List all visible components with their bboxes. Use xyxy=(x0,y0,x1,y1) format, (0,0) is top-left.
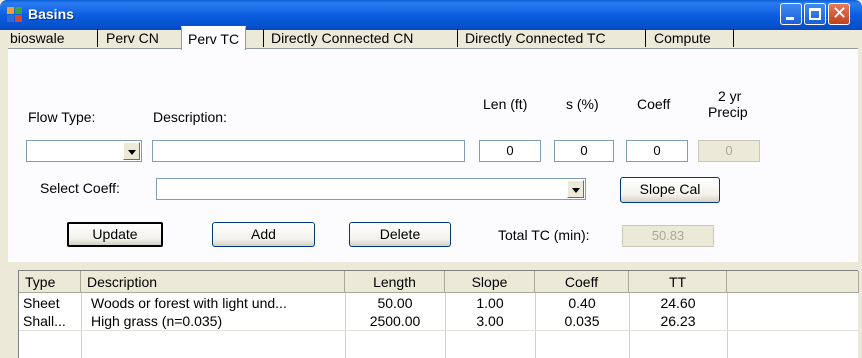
tab-perv-cn[interactable]: Perv CN xyxy=(100,28,165,48)
cell-tt: 26.23 xyxy=(660,313,696,329)
cell-type: Shall... xyxy=(23,313,66,329)
tab-strip-line xyxy=(8,48,858,49)
s-input[interactable]: 0 xyxy=(554,140,614,162)
close-button[interactable]: ✕ xyxy=(828,3,850,25)
cell-length: 50.00 xyxy=(377,295,413,311)
tab-separator xyxy=(645,29,646,47)
total-tc-label: Total TC (min): xyxy=(498,227,590,243)
cell-tt: 24.60 xyxy=(660,295,696,311)
tab-separator xyxy=(97,29,98,47)
title-bar[interactable]: Basins ✕ xyxy=(0,0,862,30)
slope-cal-button[interactable]: Slope Cal xyxy=(620,177,720,203)
precip-input: 0 xyxy=(698,140,760,162)
table-row[interactable]: Shall... High grass (n=0.035) 2500.00 3.… xyxy=(19,312,859,330)
column-header-coeff[interactable]: Coeff xyxy=(535,271,629,293)
column-header-slope[interactable]: Slope xyxy=(445,271,535,293)
delete-button[interactable]: Delete xyxy=(349,222,451,247)
tab-separator xyxy=(263,29,264,47)
app-grid-icon xyxy=(7,7,23,23)
precip-label-line2: Precip xyxy=(708,104,748,120)
flow-type-dropdown-button[interactable] xyxy=(123,142,140,160)
cell-slope: 3.00 xyxy=(476,313,504,329)
add-button[interactable]: Add xyxy=(212,222,315,247)
column-header-description[interactable]: Description xyxy=(81,271,345,293)
cell-description: Woods or forest with light und... xyxy=(91,295,287,311)
row-divider xyxy=(19,330,859,331)
coeff-label: Coeff xyxy=(637,96,671,112)
tab-directly-connected-tc[interactable]: Directly Connected TC xyxy=(459,28,612,48)
tab-perv-tc[interactable]: Perv TC xyxy=(181,26,247,50)
len-label: Len (ft) xyxy=(483,96,528,112)
maximize-button[interactable] xyxy=(804,3,826,25)
precip-label-line1: 2 yr xyxy=(718,88,742,104)
flow-type-dropdown[interactable] xyxy=(26,140,142,162)
tab-compute[interactable]: Compute xyxy=(648,28,717,48)
select-coeff-dropdown-button[interactable] xyxy=(567,180,584,198)
cell-length: 2500.00 xyxy=(369,313,421,329)
flow-type-label: Flow Type: xyxy=(28,109,96,125)
maximize-icon xyxy=(809,8,821,20)
select-coeff-dropdown[interactable] xyxy=(156,178,586,200)
s-label: s (%) xyxy=(566,96,599,112)
table-row[interactable]: Sheet Woods or forest with light und... … xyxy=(19,294,859,312)
cell-type: Sheet xyxy=(23,295,60,311)
total-tc-value: 50.83 xyxy=(622,225,714,247)
select-coeff-label: Select Coeff: xyxy=(40,180,120,196)
cell-slope: 1.00 xyxy=(476,295,504,311)
chevron-down-icon xyxy=(572,188,580,193)
column-header-tt[interactable]: TT xyxy=(629,271,727,293)
minimize-icon xyxy=(786,17,794,20)
window-title: Basins xyxy=(28,6,74,22)
len-input[interactable]: 0 xyxy=(479,140,541,162)
tab-directly-connected-cn[interactable]: Directly Connected CN xyxy=(265,28,419,48)
column-header-length[interactable]: Length xyxy=(345,271,445,293)
minimize-button[interactable] xyxy=(780,3,802,25)
chevron-down-icon xyxy=(128,150,136,155)
cell-coeff: 0.035 xyxy=(564,313,600,329)
column-header-type[interactable]: Type xyxy=(19,271,81,293)
tab-bioswale[interactable]: bioswale xyxy=(4,28,70,48)
tab-separator xyxy=(457,29,458,47)
cell-description: High grass (n=0.035) xyxy=(91,313,223,329)
description-input[interactable] xyxy=(152,140,465,162)
coeff-input[interactable]: 0 xyxy=(626,140,688,162)
tab-separator xyxy=(733,29,734,47)
update-button[interactable]: Update xyxy=(67,222,163,247)
tc-data-grid[interactable]: Type Description Length Slope Coeff TT S… xyxy=(18,270,859,358)
column-header-filler xyxy=(727,271,859,293)
cell-coeff: 0.40 xyxy=(568,295,596,311)
description-label: Description: xyxy=(153,109,227,125)
close-icon: ✕ xyxy=(832,3,848,24)
